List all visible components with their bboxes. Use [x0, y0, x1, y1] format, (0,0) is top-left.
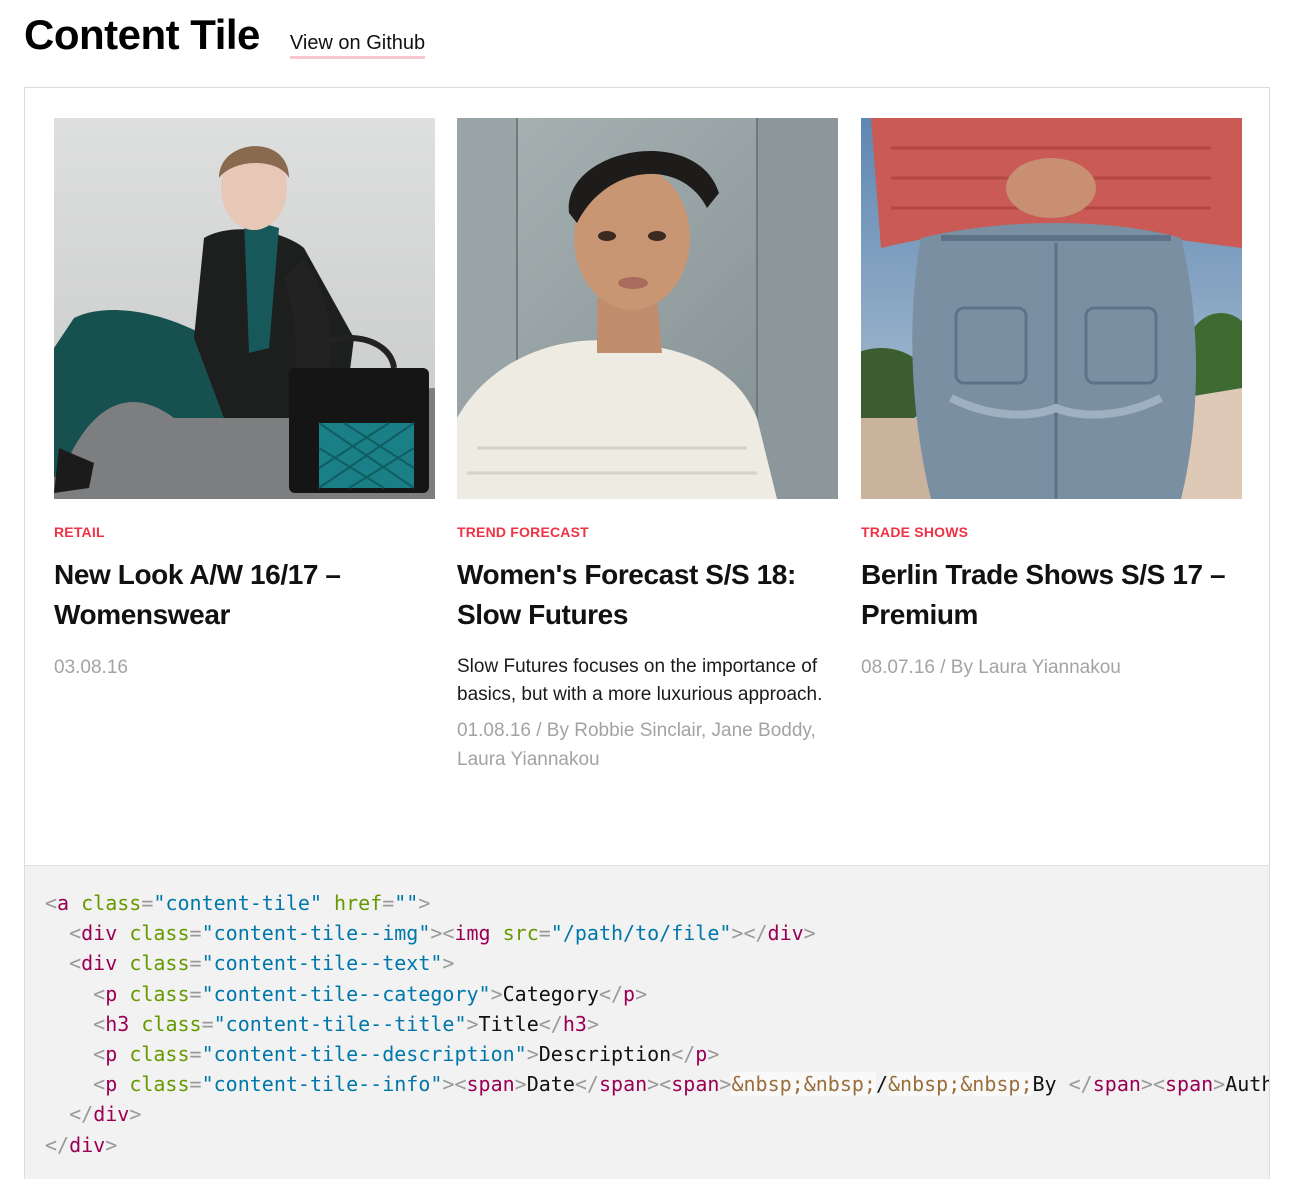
tile-category: TREND FORECAST: [457, 524, 589, 540]
tile-image-red-sweater-jeans: [861, 118, 1242, 499]
tile-category: TRADE SHOWS: [861, 524, 969, 540]
view-on-github-link[interactable]: View on Github: [289, 32, 426, 59]
fashion-photo-1: [54, 118, 435, 499]
tile-info: 08.07.16 / By Laura Yiannakou: [861, 657, 1121, 678]
content-tile-trend-forecast[interactable]: TREND FORECAST Women's Forecast S/S 18: …: [457, 118, 838, 774]
page-title: Content Tile: [24, 11, 260, 58]
code-sample-panel: <a class="content-tile" href=""> <div cl…: [25, 865, 1269, 1179]
content-tile-retail[interactable]: RETAIL New Look A/W 16/17 – Womenswear 0…: [54, 118, 435, 682]
tile-title: Berlin Trade Shows S/S 17 – Premium: [861, 559, 1226, 630]
tile-info: 03.08.16: [54, 657, 128, 678]
fashion-photo-2: [457, 118, 838, 499]
tile-title: New Look A/W 16/17 – Womenswear: [54, 559, 341, 630]
tile-info: 01.08.16 / By Robbie Sinclair, Jane Bodd…: [457, 720, 816, 770]
content-tile-trade-shows[interactable]: TRADE SHOWS Berlin Trade Shows S/S 17 – …: [861, 118, 1242, 682]
code-sample: <a class="content-tile" href=""> <div cl…: [45, 891, 1269, 1157]
tile-description: Slow Futures focuses on the importance o…: [457, 656, 823, 705]
demo-frame: RETAIL New Look A/W 16/17 – Womenswear 0…: [24, 87, 1270, 1179]
tile-image-woman-portrait: [457, 118, 838, 499]
page-header: Content Tile View on Github: [24, 10, 426, 70]
tile-category: RETAIL: [54, 524, 105, 540]
fashion-photo-3: [861, 118, 1242, 499]
tile-title: Women's Forecast S/S 18: Slow Futures: [457, 559, 796, 630]
tile-image-woman-teal-outfit: [54, 118, 435, 499]
